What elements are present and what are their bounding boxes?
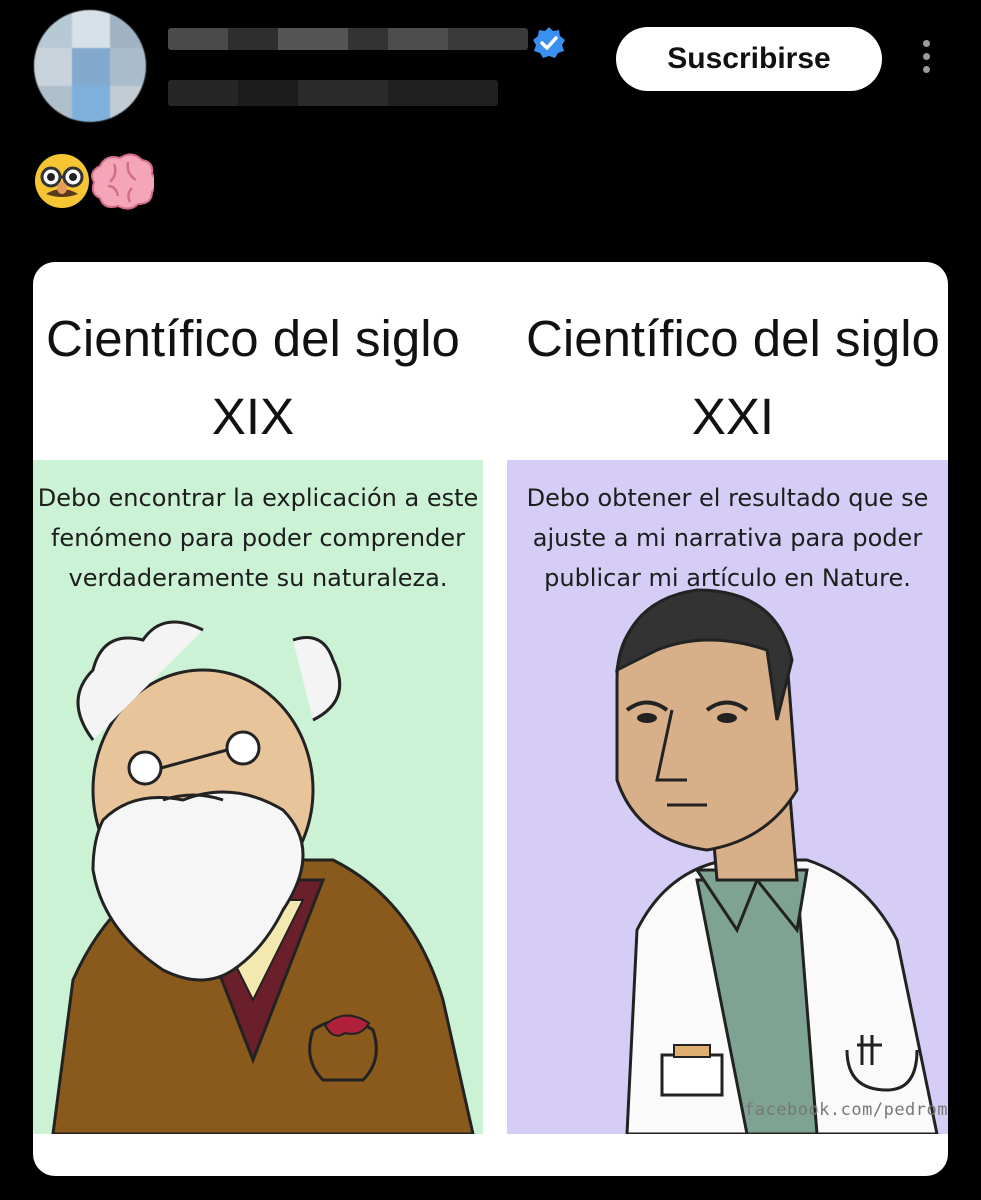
disguised-face-emoji — [35, 154, 89, 208]
left-caption: Debo encontrar la explicación a este fen… — [37, 484, 479, 592]
channel-name-blurred[interactable] — [168, 28, 528, 50]
brain-emoji — [91, 153, 154, 210]
image-credit: facebook.com/pedrom — [744, 1100, 948, 1120]
post-image-card[interactable]: Científico del siglo XIX Científico del … — [33, 262, 948, 1176]
left-title: Científico del siglo XIX — [46, 310, 460, 445]
right-caption: Debo obtener el resultado que se ajuste … — [526, 484, 929, 592]
verified-badge-icon — [533, 27, 565, 58]
more-options-icon[interactable] — [915, 40, 937, 84]
left-panel: Debo encontrar la explicación a este fen… — [33, 460, 483, 1134]
blurred-avatar-icon — [34, 10, 146, 122]
subscribe-button[interactable]: Suscribirse — [616, 27, 882, 91]
post-emojis — [35, 153, 154, 210]
right-title: Científico del siglo XXI — [526, 310, 940, 445]
profile-avatar[interactable] — [34, 10, 146, 122]
channel-subtitle-blurred — [168, 80, 498, 106]
right-panel: Debo obtener el resultado que se ajuste … — [507, 460, 948, 1134]
